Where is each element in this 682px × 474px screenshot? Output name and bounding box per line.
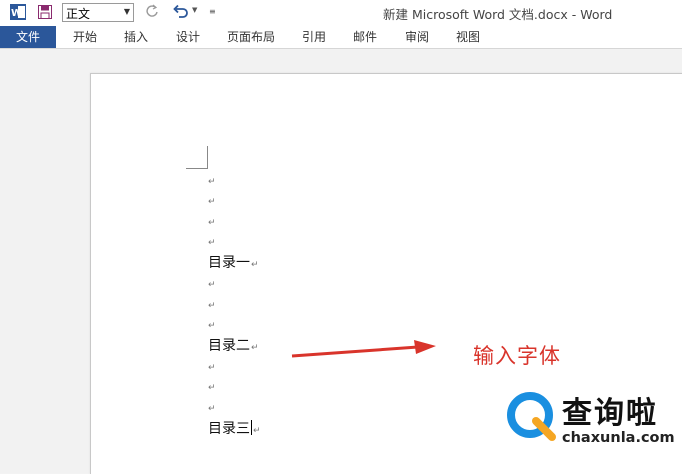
ribbon-tabs: 文件 开始 插入 设计 页面布局 引用 邮件 审阅 视图 (0, 26, 682, 49)
document-line[interactable]: 目录二↵ (208, 337, 259, 357)
word-icon[interactable]: W (10, 4, 26, 20)
margin-corner-mark (207, 146, 208, 168)
customize-toolbar-icon[interactable]: ≡ (209, 7, 216, 16)
tab-home[interactable]: 开始 (73, 26, 97, 48)
paragraph-mark: ↵ (208, 321, 216, 331)
paragraph-mark: ↵ (251, 343, 259, 353)
paragraph-mark: ↵ (208, 197, 216, 207)
annotation-arrow-icon (291, 340, 436, 358)
text-cursor (251, 420, 252, 435)
margin-corner-mark (186, 168, 208, 169)
line-text: 目录二 (208, 338, 250, 354)
tab-design[interactable]: 设计 (176, 26, 200, 48)
window-title: 新建 Microsoft Word 文档.docx - Word (383, 7, 613, 22)
line-text: 目录一 (208, 255, 250, 271)
document-line[interactable]: 目录三 ↵ (208, 420, 261, 440)
paragraph-mark: ↵ (208, 383, 216, 393)
paragraph-mark: ↵ (208, 280, 216, 290)
tab-page-layout[interactable]: 页面布局 (227, 26, 275, 48)
paragraph-mark: ↵ (208, 301, 216, 311)
annotation-text: 输入字体 (473, 344, 561, 368)
svg-text:W: W (11, 8, 22, 19)
style-select-value: 正文 (66, 7, 91, 21)
tab-review[interactable]: 审阅 (405, 26, 429, 48)
save-icon[interactable] (38, 5, 52, 19)
chevron-down-icon: ▼ (123, 7, 130, 16)
chaxunla-logo-icon (507, 392, 556, 441)
tab-insert[interactable]: 插入 (124, 26, 148, 48)
paragraph-mark: ↵ (208, 218, 216, 228)
document-line[interactable]: 目录一↵ (208, 254, 259, 274)
tab-file[interactable]: 文件 (0, 26, 56, 48)
paragraph-mark: ↵ (208, 363, 216, 373)
tab-mailings[interactable]: 邮件 (353, 26, 377, 48)
redo-icon[interactable] (145, 4, 159, 18)
title-bar: W 正文 ▼ ▼ ≡ 新建 Microsoft Word 文档.docx - W… (0, 0, 682, 26)
paragraph-mark: ↵ (208, 177, 216, 187)
paragraph-mark: ↵ (251, 260, 259, 270)
paragraph-mark: ↵ (208, 404, 216, 414)
paragraph-mark: ↵ (208, 238, 216, 248)
style-select[interactable]: 正文 ▼ (62, 3, 134, 22)
line-text: 目录三 (208, 421, 250, 437)
watermark-name: 查询啦 (562, 396, 658, 431)
undo-dropdown-icon[interactable]: ▼ (192, 6, 197, 14)
undo-icon[interactable] (172, 3, 188, 19)
watermark-url: chaxunla.com (562, 430, 675, 446)
paragraph-mark: ↵ (253, 426, 261, 436)
tab-view[interactable]: 视图 (456, 26, 480, 48)
tab-references[interactable]: 引用 (302, 26, 326, 48)
